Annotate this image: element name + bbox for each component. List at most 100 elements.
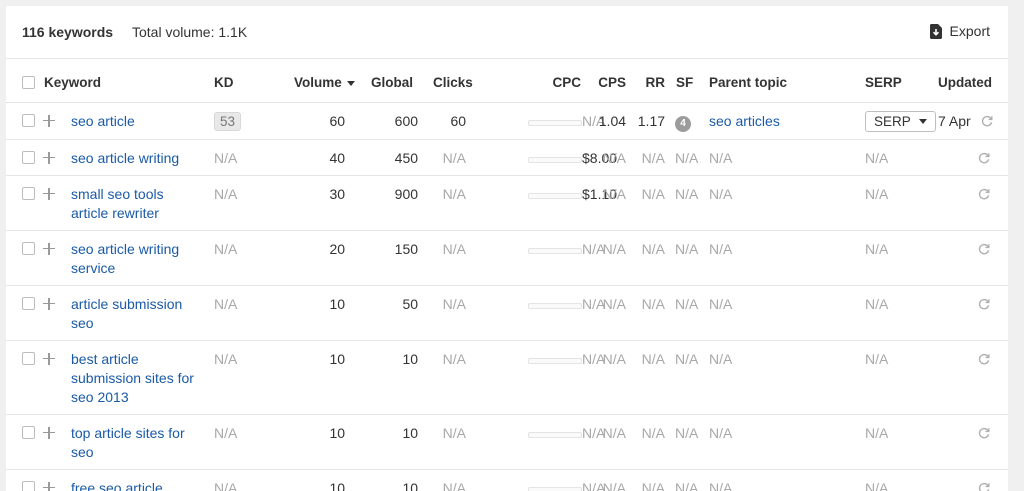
clicks-cell: N/A (426, 469, 539, 491)
caret-down-icon (918, 118, 927, 124)
updated-cell (938, 139, 1008, 176)
plus-icon[interactable] (43, 352, 55, 365)
plus-icon[interactable] (43, 242, 55, 255)
parent-topic-value: N/A (709, 295, 733, 312)
refresh-icon[interactable] (978, 187, 990, 203)
global-cell: 600 (375, 102, 427, 140)
rr-cell: 1.17 (628, 102, 668, 140)
refresh-icon[interactable] (981, 114, 993, 130)
serp-value: N/A (865, 240, 889, 257)
row-checkbox[interactable] (22, 296, 35, 310)
table-row: seo article writing N/A 40 450 N/A $8.00 N/A N/… (6, 139, 1008, 176)
row-checkbox[interactable] (22, 150, 35, 164)
sf-value: N/A (675, 350, 699, 367)
serp-features-badge[interactable]: 4 (675, 115, 692, 132)
plus-icon[interactable] (43, 297, 55, 310)
row-checkbox[interactable] (22, 113, 35, 127)
column-header-volume[interactable]: Volume (294, 59, 376, 103)
volume-cell: 10 (312, 414, 376, 470)
rr-value: N/A (641, 295, 666, 312)
select-all-checkbox[interactable] (22, 76, 35, 89)
clicks-value: 60 (450, 112, 467, 129)
rr-value: 1.17 (637, 112, 666, 129)
total-volume: Total volume: 1.1K (132, 24, 248, 40)
column-header-clicks-label: Clicks (433, 75, 473, 90)
column-header-keyword[interactable]: Keyword (43, 59, 210, 103)
column-header-sf[interactable]: SF (667, 59, 700, 103)
keyword-link[interactable]: free seo article (71, 479, 199, 491)
row-checkbox[interactable] (22, 480, 35, 491)
row-select-cell (6, 102, 43, 140)
keyword-link[interactable]: small seo tools article rewriter (71, 185, 199, 223)
sf-cell: N/A (667, 469, 700, 491)
refresh-icon[interactable] (978, 151, 990, 167)
keyword-cell: seo article writing (71, 139, 210, 176)
rr-value: N/A (641, 185, 666, 202)
cpc-cell: N/A (528, 414, 605, 470)
kd-value: N/A (214, 295, 238, 312)
kd-cell: N/A (209, 139, 313, 176)
refresh-icon[interactable] (978, 242, 990, 258)
volume-cell: 60 (312, 102, 376, 140)
cpc-cell: N/A (528, 340, 605, 415)
row-checkbox[interactable] (22, 351, 35, 365)
column-header-cpc[interactable]: CPC (538, 59, 583, 103)
serp-dropdown[interactable]: SERP (865, 110, 936, 132)
clicks-cell: N/A (426, 285, 539, 341)
row-checkbox[interactable] (22, 425, 35, 439)
global-value: 450 (394, 149, 419, 166)
column-header-cps[interactable]: CPS (582, 59, 629, 103)
serp-cell: N/A (854, 175, 939, 231)
serp-dropdown-label: SERP (874, 113, 911, 129)
row-add-cell (43, 414, 71, 470)
keyword-link[interactable]: best article submission sites for seo 20… (71, 350, 199, 407)
sf-value: N/A (675, 149, 699, 166)
refresh-icon[interactable] (978, 426, 990, 442)
cps-value: 1.04 (598, 112, 627, 129)
keyword-link[interactable]: seo article (71, 112, 199, 131)
column-header-parent-topic[interactable]: Parent topic (699, 59, 855, 103)
plus-icon[interactable] (43, 151, 55, 164)
row-select-cell (6, 139, 43, 176)
column-header-serp[interactable]: SERP (854, 59, 939, 103)
parent-topic-cell: N/A (699, 340, 855, 415)
plus-icon[interactable] (43, 426, 55, 439)
export-button[interactable]: Export (929, 23, 990, 39)
clicks-cell: N/A (426, 340, 539, 415)
serp-value: N/A (865, 149, 889, 166)
refresh-icon[interactable] (978, 352, 990, 368)
keyword-link[interactable]: seo article writing service (71, 240, 199, 278)
clicks-cell: 60 (426, 102, 539, 140)
refresh-icon[interactable] (978, 297, 990, 313)
row-checkbox[interactable] (22, 241, 35, 255)
row-select-cell (6, 175, 43, 231)
column-header-updated[interactable]: Updated (938, 59, 1008, 103)
column-header-global[interactable]: Global (371, 59, 427, 103)
refresh-icon[interactable] (978, 481, 990, 491)
rr-cell: N/A (628, 414, 668, 470)
row-checkbox[interactable] (22, 186, 35, 200)
parent-topic-link[interactable]: seo articles (709, 113, 780, 129)
plus-icon[interactable] (43, 481, 55, 491)
row-select-cell (6, 469, 43, 491)
row-add-cell (43, 139, 71, 176)
parent-topic-cell: seo articles (699, 102, 855, 140)
column-header-rr[interactable]: RR (628, 59, 668, 103)
rr-cell: N/A (628, 139, 668, 176)
keyword-cell: small seo tools article rewriter (71, 175, 210, 231)
column-header-parent-topic-label: Parent topic (709, 75, 788, 90)
keyword-link[interactable]: article submission seo (71, 295, 199, 333)
updated-cell (938, 469, 1008, 491)
keyword-link[interactable]: top article sites for seo (71, 424, 199, 462)
parent-topic-value: N/A (709, 350, 733, 367)
plus-icon[interactable] (43, 114, 55, 127)
keyword-cell: article submission seo (71, 285, 210, 341)
keyword-link[interactable]: seo article writing (71, 149, 199, 168)
volume-value: 60 (329, 112, 346, 129)
volume-value: 20 (329, 240, 346, 257)
column-header-clicks[interactable]: Clicks (426, 59, 539, 103)
rr-value: N/A (641, 479, 666, 491)
clicks-value: N/A (442, 149, 467, 166)
plus-icon[interactable] (43, 187, 55, 200)
global-value: 900 (394, 185, 419, 202)
